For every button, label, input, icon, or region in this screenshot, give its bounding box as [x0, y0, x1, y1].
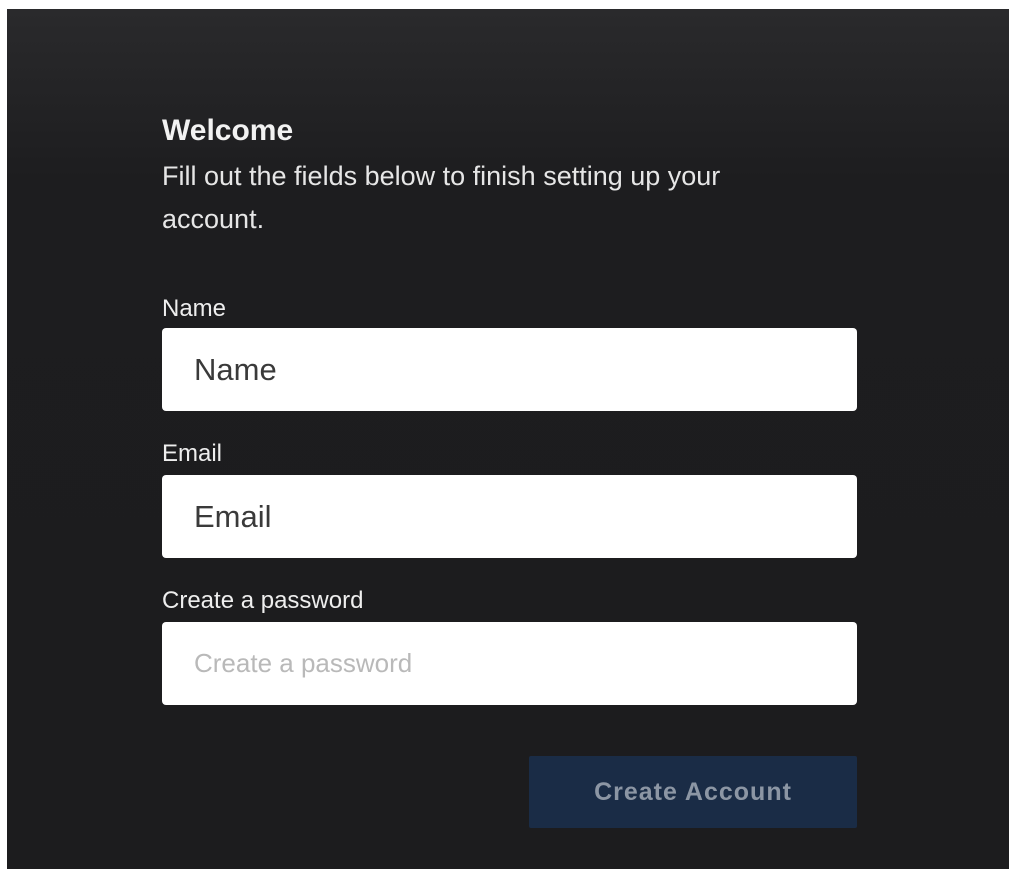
form-subtitle: Fill out the fields below to finish sett…: [162, 161, 721, 234]
password-input[interactable]: [162, 622, 857, 705]
password-label: Create a password: [162, 587, 364, 614]
email-input[interactable]: [162, 475, 857, 558]
email-label: Email: [162, 440, 223, 467]
form-title: Welcome: [162, 114, 294, 147]
name-input[interactable]: [162, 328, 857, 411]
name-label: Name: [162, 295, 227, 322]
create-account-button[interactable]: Create Account: [529, 756, 857, 828]
signup-form: Welcome Fill out the fields below to fin…: [162, 109, 857, 828]
signup-panel: Welcome Fill out the fields below to fin…: [7, 9, 1009, 869]
